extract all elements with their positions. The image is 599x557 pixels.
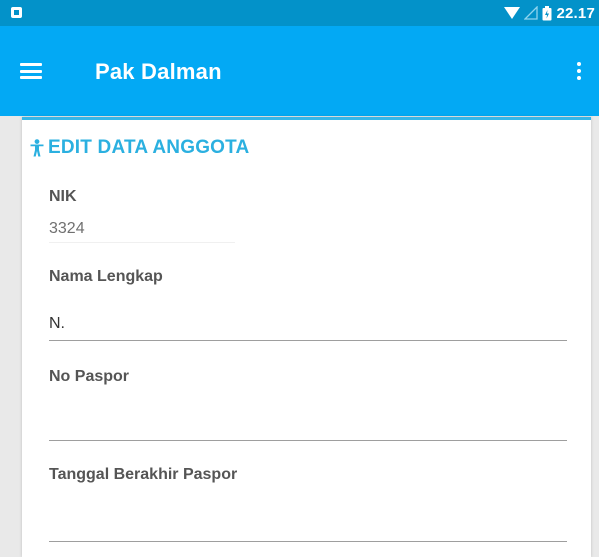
section-title-text: EDIT DATA ANGGOTA [48,137,250,158]
tanggal-berakhir-paspor-input[interactable] [49,508,567,542]
nik-divider [49,242,235,243]
battery-icon [542,5,552,20]
app-bar: Pak Dalman [0,26,599,116]
hamburger-menu-icon[interactable] [18,60,44,82]
nik-value: 3324 [49,220,85,237]
status-icons: 22.17 [504,3,595,23]
person-icon [30,139,44,157]
tanggal-berakhir-paspor-label: Tanggal Berakhir Paspor [49,466,238,483]
overflow-menu-icon[interactable] [573,60,585,82]
section-title: EDIT DATA ANGGOTA [30,137,249,159]
no-paspor-label: No Paspor [49,368,130,385]
nama-lengkap-input[interactable] [49,307,567,341]
app-title: Pak Dalman [95,59,222,84]
nik-label: NIK [49,188,77,205]
no-paspor-input[interactable] [49,407,567,441]
signal-icon [524,6,539,20]
status-clock: 22.17 [556,4,595,22]
app-notification-icon [11,7,22,18]
status-bar: 22.17 [0,0,599,26]
nama-lengkap-label: Nama Lengkap [49,268,163,285]
wifi-icon [504,7,521,19]
